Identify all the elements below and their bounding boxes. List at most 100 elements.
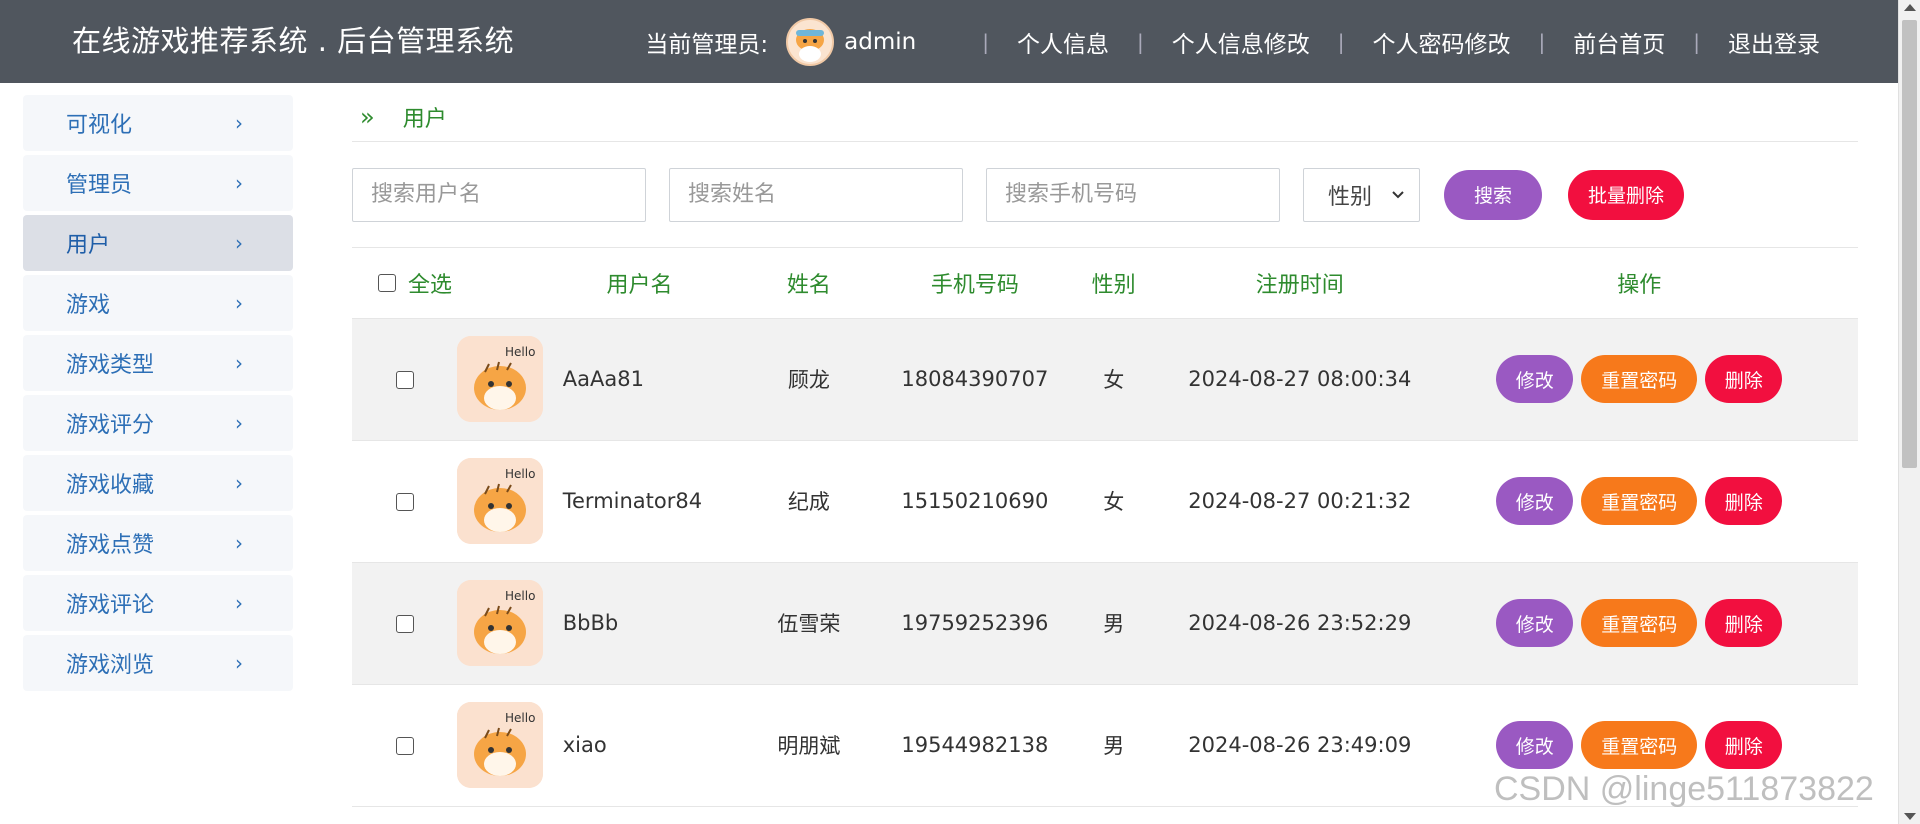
select-all-label: 全选: [408, 272, 453, 298]
cell-gender: 女: [1103, 368, 1125, 392]
cell-gender: 男: [1103, 612, 1125, 636]
sidebar-item-game-ratings[interactable]: 游戏评分 ›: [23, 395, 293, 451]
users-table: 全选 用户名 姓名 手机号码 性别 注册时间 操作 Hello AaAa81 顾…: [352, 248, 1858, 807]
svg-text:Hello: Hello: [505, 467, 535, 481]
cell-username: BbBb: [562, 611, 619, 635]
scroll-up-arrow-icon[interactable]: [1904, 4, 1916, 11]
sidebar-item-game-likes[interactable]: 游戏点赞 ›: [23, 515, 293, 571]
column-header-phone: 手机号码: [901, 248, 1049, 319]
sidebar-item-admins[interactable]: 管理员 ›: [23, 155, 293, 211]
cell-registered: 2024-08-26 23:52:29: [1188, 611, 1412, 635]
reset-password-button[interactable]: 重置密码: [1581, 477, 1698, 525]
cell-registered: 2024-08-26 23:49:09: [1188, 733, 1412, 757]
table-row: Hello Terminator84 纪成 15150210690 女 2024…: [352, 440, 1858, 562]
cell-registered: 2024-08-27 00:21:32: [1188, 489, 1412, 513]
search-button[interactable]: 搜索: [1444, 169, 1542, 220]
sidebar-item-game-views[interactable]: 游戏浏览 ›: [23, 635, 293, 691]
chevron-right-icon: ›: [235, 171, 243, 195]
chevron-right-icon: ›: [235, 531, 243, 555]
column-header-username: 用户名: [562, 248, 717, 319]
reset-password-button[interactable]: 重置密码: [1581, 721, 1698, 769]
edit-button[interactable]: 修改: [1496, 477, 1574, 525]
breadcrumb-current: 用户: [402, 106, 447, 132]
cell-phone: 19544982138: [901, 733, 1049, 757]
user-avatar: Hello: [457, 580, 544, 666]
sidebar-item-game-types[interactable]: 游戏类型 ›: [23, 335, 293, 391]
link-profile[interactable]: 个人信息: [1017, 25, 1109, 59]
top-header: 在线游戏推荐系统 . 后台管理系统 当前管理员: admin | 个人信息 | …: [0, 0, 1898, 83]
sidebar-item-label: 可视化: [66, 113, 133, 138]
sidebar-item-label: 游戏收藏: [66, 473, 155, 498]
cell-name: 伍雪荣: [777, 612, 841, 636]
svg-text:Hello: Hello: [505, 345, 535, 359]
scroll-thumb[interactable]: [1902, 20, 1917, 468]
table-row: Hello BbBb 伍雪荣 19759252396 男 2024-08-26 …: [352, 562, 1858, 684]
bulk-delete-button[interactable]: 批量删除: [1568, 169, 1684, 220]
link-logout[interactable]: 退出登录: [1728, 25, 1820, 59]
user-avatar: Hello: [457, 458, 544, 544]
cell-name: 顾龙: [787, 368, 830, 392]
top-nav: 当前管理员: admin | 个人信息 | 个人信息修改 | 个人密码修改 | …: [645, 0, 1820, 83]
sidebar-item-users[interactable]: 用户 ›: [23, 215, 293, 271]
link-frontend-home[interactable]: 前台首页: [1573, 25, 1665, 59]
reset-password-button[interactable]: 重置密码: [1581, 599, 1698, 647]
edit-button[interactable]: 修改: [1496, 599, 1574, 647]
sidebar-item-label: 管理员: [66, 173, 133, 198]
select-all-checkbox[interactable]: [378, 273, 396, 292]
double-chevron-icon: »: [360, 102, 375, 131]
user-avatar: Hello: [457, 336, 544, 422]
select-all-header: 全选: [352, 248, 563, 319]
chevron-right-icon: ›: [235, 591, 243, 615]
cell-username: Terminator84: [562, 489, 703, 513]
sidebar-item-label: 游戏评分: [66, 413, 155, 438]
nav-separator: |: [982, 29, 989, 54]
row-checkbox[interactable]: [395, 737, 414, 755]
main-content: » 用户 性别 搜索 批量删除 全选 用户名 姓名 手机号码 性别: [352, 92, 1858, 807]
delete-button[interactable]: 删除: [1705, 477, 1783, 525]
admin-label: 当前管理员:: [645, 31, 769, 58]
nav-separator: |: [1337, 29, 1345, 54]
reset-password-button[interactable]: 重置密码: [1581, 355, 1698, 403]
chevron-right-icon: ›: [235, 291, 243, 315]
search-phone-input[interactable]: [986, 167, 1280, 222]
edit-button[interactable]: 修改: [1496, 721, 1574, 769]
sidebar-item-game-favorites[interactable]: 游戏收藏 ›: [23, 455, 293, 511]
cell-phone: 19759252396: [901, 611, 1049, 635]
row-checkbox[interactable]: [395, 371, 414, 389]
chevron-right-icon: ›: [235, 111, 243, 135]
gender-select[interactable]: 性别: [1303, 167, 1420, 222]
sidebar-item-games[interactable]: 游戏 ›: [23, 275, 293, 331]
vertical-scrollbar[interactable]: [1898, 0, 1920, 824]
edit-button[interactable]: 修改: [1496, 355, 1574, 403]
row-checkbox[interactable]: [395, 493, 414, 511]
svg-text:Hello: Hello: [505, 589, 535, 603]
search-name-input[interactable]: [669, 167, 963, 222]
sidebar-item-visualization[interactable]: 可视化 ›: [23, 95, 293, 151]
cell-registered: 2024-08-27 08:00:34: [1188, 367, 1412, 391]
chevron-right-icon: ›: [235, 411, 243, 435]
column-header-name: 姓名: [716, 248, 902, 319]
svg-text:Hello: Hello: [505, 711, 535, 725]
sidebar-item-label: 用户: [66, 233, 111, 258]
table-row: Hello AaAa81 顾龙 18084390707 女 2024-08-27…: [352, 318, 1858, 440]
cell-gender: 女: [1103, 490, 1125, 514]
sidebar-item-game-comments[interactable]: 游戏评论 ›: [23, 575, 293, 631]
delete-button[interactable]: 删除: [1705, 721, 1783, 769]
nav-separator: |: [1693, 29, 1700, 54]
cell-gender: 男: [1103, 734, 1125, 758]
scroll-down-arrow-icon[interactable]: [1904, 813, 1916, 820]
link-change-password[interactable]: 个人密码修改: [1373, 25, 1511, 59]
chevron-right-icon: ›: [235, 351, 243, 375]
sidebar-item-label: 游戏类型: [66, 353, 155, 378]
column-header-gender: 性别: [1048, 248, 1180, 319]
row-checkbox[interactable]: [395, 615, 414, 633]
delete-button[interactable]: 删除: [1705, 599, 1783, 647]
cell-phone: 15150210690: [901, 489, 1049, 513]
sidebar: 可视化 › 管理员 › 用户 › 游戏 › 游戏类型 › 游戏评分 › 游戏收藏 › 游戏点赞…: [23, 95, 293, 695]
nav-separator: |: [1538, 29, 1546, 54]
watermark: CSDN @linge511873822: [1494, 770, 1874, 808]
link-edit-profile[interactable]: 个人信息修改: [1172, 25, 1310, 59]
delete-button[interactable]: 删除: [1705, 355, 1783, 403]
gender-select-value: 性别: [1328, 184, 1373, 210]
search-username-input[interactable]: [352, 167, 646, 222]
